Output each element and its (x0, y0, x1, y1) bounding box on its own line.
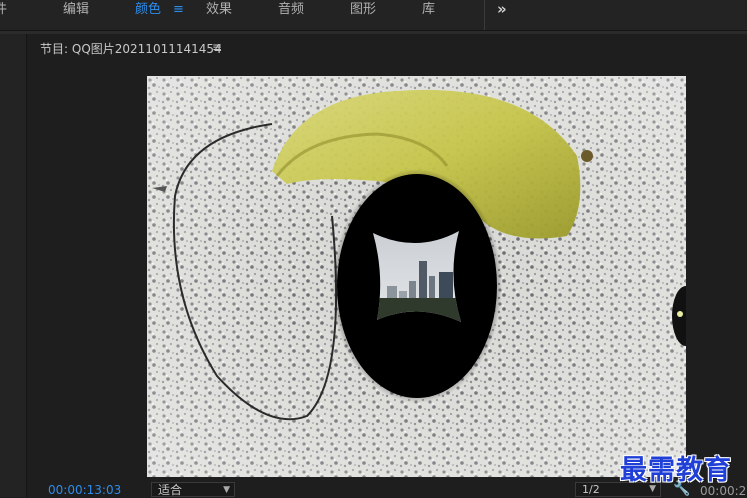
tab-libraries[interactable]: 库 (422, 0, 435, 20)
zoom-level-select[interactable]: 适合 ▼ (151, 482, 235, 497)
tab-graphics[interactable]: 图形 (350, 0, 376, 20)
video-preview[interactable] (147, 76, 686, 477)
sequence-name: QQ图片20211011141454 (71, 42, 222, 56)
tab-editing[interactable]: 编辑 (63, 0, 89, 20)
workspace-bar: 件 编辑 颜色 ≡ 效果 音频 图形 库 » (0, 0, 747, 31)
double-chevron-right-icon[interactable]: » (497, 0, 507, 20)
tab-separator (484, 0, 485, 30)
watermark-text: 最需教育 (620, 455, 732, 486)
chevron-down-icon: ▼ (223, 485, 230, 495)
tab-audio[interactable]: 音频 (278, 0, 304, 20)
tab-assembly[interactable]: 件 (0, 0, 7, 20)
left-panel (0, 34, 27, 497)
hamburger-menu-icon[interactable]: ≡ (173, 0, 184, 20)
resolution-value: 1/2 (582, 483, 600, 496)
program-panel-title[interactable]: 节目: QQ图片20211011141454 (40, 40, 222, 56)
tab-effects[interactable]: 效果 (206, 0, 232, 20)
playhead-timecode[interactable]: 00:00:13:03 (48, 483, 121, 497)
panel-label: 节目: (40, 42, 69, 56)
tab-color[interactable]: 颜色 (135, 0, 161, 20)
preview-frame-image (147, 76, 686, 477)
zoom-level-value: 适合 (158, 483, 183, 497)
panel-menu-icon[interactable]: ≡ (212, 40, 222, 54)
